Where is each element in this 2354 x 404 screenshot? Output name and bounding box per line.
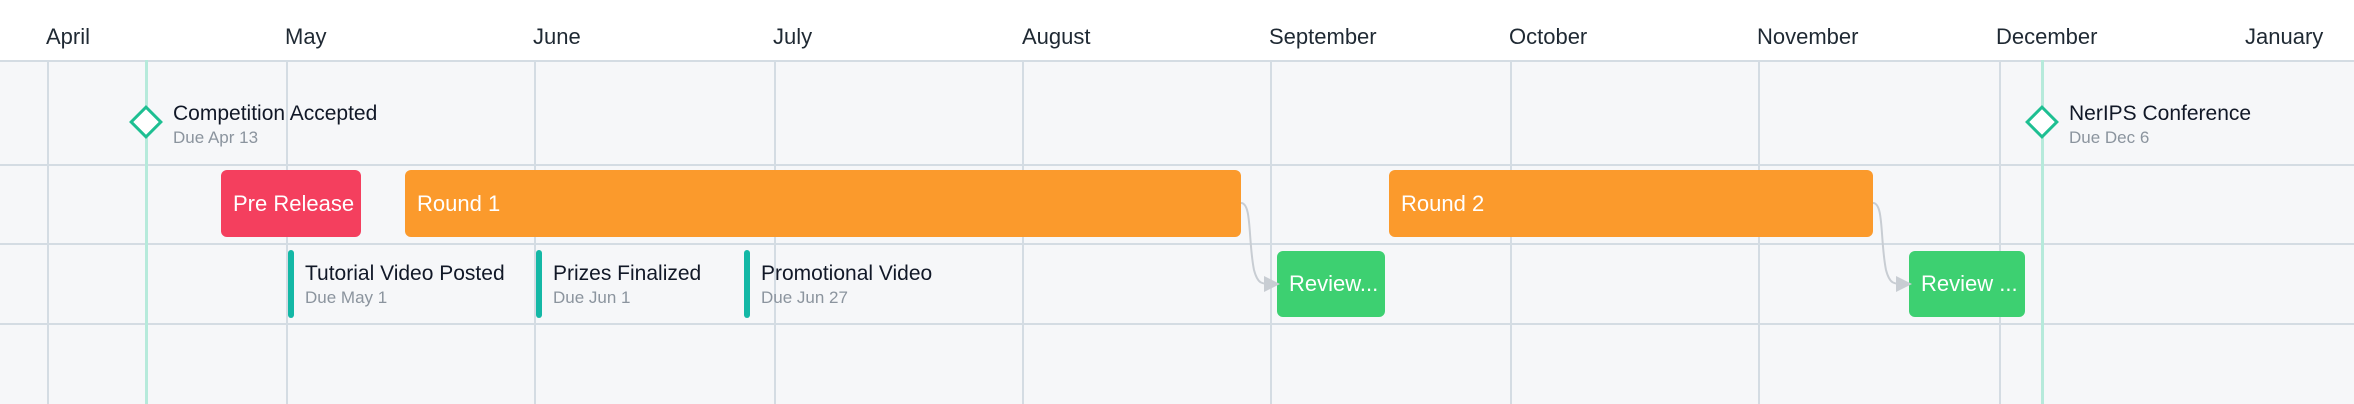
task-due: Due Jun 27: [761, 288, 848, 307]
task-title[interactable]: Tutorial Video Posted: [305, 262, 505, 286]
bar-pre-release[interactable]: Pre Release: [221, 170, 361, 237]
month-label-september: September: [1269, 24, 1377, 49]
bar-round-2[interactable]: Round 2: [1389, 170, 1873, 237]
month-label-january: January: [2245, 24, 2324, 49]
month-label-october: October: [1509, 24, 1588, 49]
timeline-view: April May June July August September Oct…: [0, 0, 2354, 404]
month-label-november: November: [1757, 24, 1859, 49]
bar-review-2[interactable]: Review ...: [1909, 251, 2025, 317]
milestone-diamond-icon[interactable]: [129, 105, 163, 139]
milestone-title[interactable]: NerIPS Conference: [2069, 102, 2251, 126]
milestone-diamond-icon[interactable]: [2025, 105, 2059, 139]
task-title[interactable]: Prizes Finalized: [553, 262, 701, 286]
task-due: Due May 1: [305, 288, 388, 307]
gridline: [1270, 60, 1272, 404]
task-title[interactable]: Promotional Video: [761, 262, 932, 286]
task-marker[interactable]: [744, 250, 750, 318]
month-label-may: May: [285, 24, 327, 49]
milestone-due: Due Dec 6: [2069, 128, 2150, 147]
task-due: Due Jun 1: [553, 288, 631, 307]
bar-review-1[interactable]: Review...: [1277, 251, 1385, 317]
gridline: [47, 60, 49, 404]
month-label-august: August: [1022, 24, 1091, 49]
milestone-due: Due Apr 13: [173, 128, 259, 147]
gridline: [1999, 60, 2001, 404]
milestone-title[interactable]: Competition Accepted: [173, 102, 377, 126]
row-divider: [0, 323, 2354, 325]
month-label-december: December: [1996, 24, 2098, 49]
month-label-june: June: [533, 24, 581, 49]
month-label-july: July: [773, 24, 813, 49]
bar-round-1[interactable]: Round 1: [405, 170, 1241, 237]
timeline-header: April May June July August September Oct…: [0, 0, 2354, 62]
row-divider: [0, 243, 2354, 245]
task-marker[interactable]: [288, 250, 294, 318]
task-marker[interactable]: [536, 250, 542, 318]
row-divider: [0, 164, 2354, 166]
month-label-april: April: [46, 24, 91, 49]
